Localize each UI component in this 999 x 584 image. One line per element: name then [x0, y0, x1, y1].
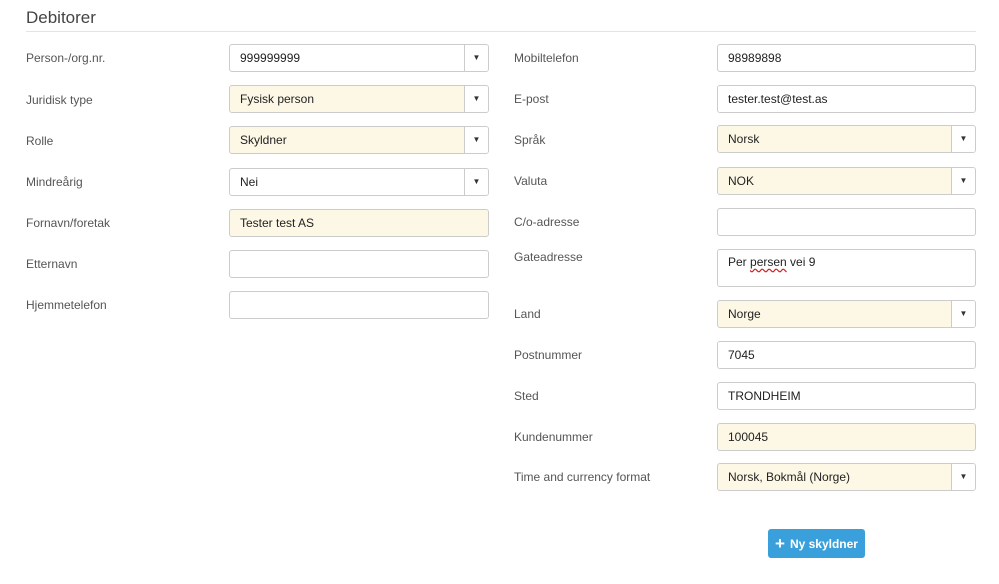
mobiltelefon-label: Mobiltelefon — [514, 51, 579, 65]
gateadresse-value-prefix: Per — [728, 255, 751, 269]
mindrearig-select[interactable]: Nei ▼ — [229, 168, 489, 196]
plus-icon: + — [775, 534, 785, 553]
kundenummer-input[interactable]: 100045 — [717, 423, 976, 451]
new-debtor-button[interactable]: + Ny skyldner — [768, 529, 865, 558]
title-divider — [26, 31, 976, 32]
postnummer-label: Postnummer — [514, 348, 583, 362]
rolle-select[interactable]: Skyldner ▼ — [229, 126, 489, 154]
sted-input[interactable]: TRONDHEIM — [717, 382, 976, 410]
hjemmetelefon-input[interactable] — [229, 291, 489, 319]
time-currency-label: Time and currency format — [514, 470, 651, 484]
sprak-label: Språk — [514, 133, 546, 147]
epost-label: E-post — [514, 92, 549, 106]
hjemmetelefon-label: Hjemmetelefon — [26, 298, 107, 312]
chevron-down-icon[interactable]: ▼ — [951, 168, 975, 194]
chevron-down-icon[interactable]: ▼ — [464, 127, 488, 153]
land-value: Norge — [728, 307, 761, 321]
time-currency-select[interactable]: Norsk, Bokmål (Norge) ▼ — [717, 463, 976, 491]
chevron-down-icon[interactable]: ▼ — [464, 86, 488, 112]
co-adresse-label: C/o-adresse — [514, 215, 580, 229]
etternavn-input[interactable] — [229, 250, 489, 278]
person-org-label: Person-/org.nr. — [26, 51, 106, 65]
juridisk-type-select[interactable]: Fysisk person ▼ — [229, 85, 489, 113]
mindrearig-label: Mindreårig — [26, 175, 83, 189]
postnummer-input[interactable]: 7045 — [717, 341, 976, 369]
sprak-value: Norsk — [728, 132, 760, 146]
person-org-select[interactable]: 999999999 ▼ — [229, 44, 489, 72]
chevron-down-icon[interactable]: ▼ — [951, 126, 975, 152]
land-label: Land — [514, 307, 541, 321]
juridisk-type-value: Fysisk person — [240, 92, 315, 106]
gateadresse-value-suffix: vei 9 — [786, 255, 816, 269]
kundenummer-label: Kundenummer — [514, 430, 593, 444]
co-adresse-input[interactable] — [717, 208, 976, 236]
sprak-select[interactable]: Norsk ▼ — [717, 125, 976, 153]
mobiltelefon-input[interactable]: 98989898 — [717, 44, 976, 72]
new-debtor-label: Ny skyldner — [789, 536, 858, 551]
time-currency-value: Norsk, Bokmål (Norge) — [728, 470, 851, 484]
rolle-label: Rolle — [26, 134, 54, 148]
valuta-label: Valuta — [514, 174, 548, 188]
rolle-value: Skyldner — [240, 133, 287, 147]
valuta-value: NOK — [728, 174, 755, 188]
chevron-down-icon[interactable]: ▼ — [464, 169, 488, 195]
gateadresse-textarea[interactable]: Per persen vei 9 — [717, 249, 976, 287]
chevron-down-icon[interactable]: ▼ — [951, 464, 975, 490]
valuta-select[interactable]: NOK ▼ — [717, 167, 976, 195]
land-select[interactable]: Norge ▼ — [717, 300, 976, 328]
gateadresse-value-misspelled: persen — [750, 255, 787, 269]
chevron-down-icon[interactable]: ▼ — [951, 301, 975, 327]
juridisk-type-label: Juridisk type — [26, 93, 93, 107]
fornavn-input[interactable]: Tester test AS — [229, 209, 489, 237]
gateadresse-label: Gateadresse — [514, 250, 583, 264]
page-title: Debitorer — [26, 8, 96, 27]
mindrearig-value: Nei — [240, 175, 259, 189]
person-org-value: 999999999 — [240, 51, 301, 65]
fornavn-label: Fornavn/foretak — [26, 216, 111, 230]
sted-label: Sted — [514, 389, 539, 403]
chevron-down-icon[interactable]: ▼ — [464, 45, 488, 71]
etternavn-label: Etternavn — [26, 257, 78, 271]
epost-input[interactable]: tester.test@test.as — [717, 85, 976, 113]
